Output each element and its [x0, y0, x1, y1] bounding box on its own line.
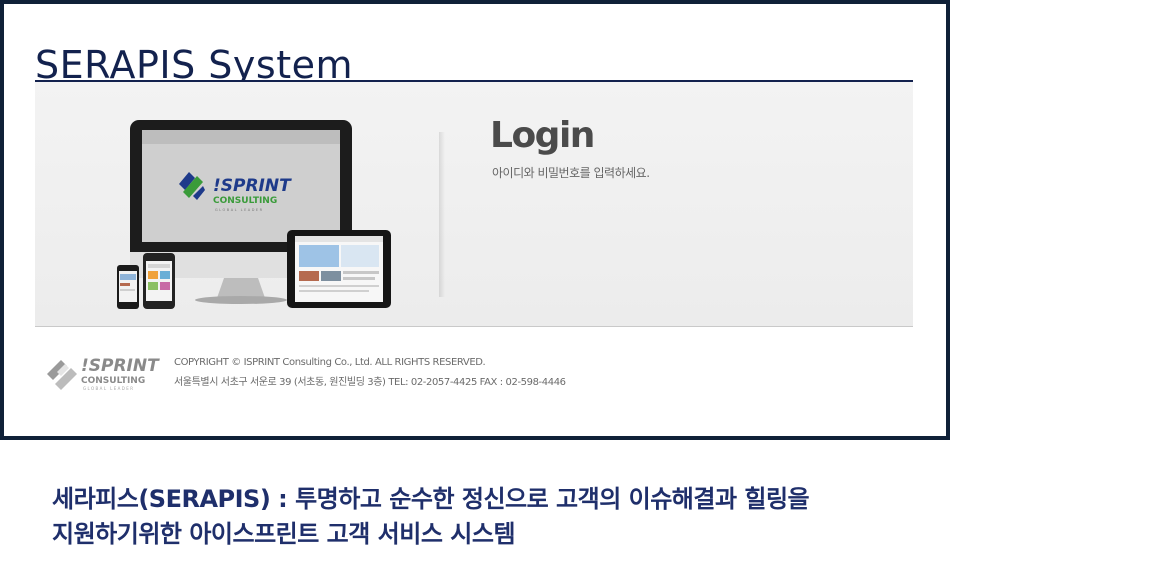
- footer-logo-mark: [47, 360, 77, 390]
- caption-line-1: 세라피스(SERAPIS) : 투명하고 순수한 정신으로 고객의 이슈해결과 …: [52, 485, 810, 513]
- page-title: SERAPIS System: [35, 43, 354, 87]
- slide-caption: 세라피스(SERAPIS) : 투명하고 순수한 정신으로 고객의 이슈해결과 …: [52, 482, 1052, 552]
- login-subtitle: 아이디와 비밀번호를 입력하세요.: [492, 166, 650, 180]
- devices-illustration: !SPRINT CONSULTING GLOBAL LEADER: [117, 120, 391, 309]
- monitor-logo-brand: !SPRINT: [213, 176, 292, 196]
- banner-divider: [439, 132, 445, 297]
- login-banner: !SPRINT CONSULTING GLOBAL LEADER Login 아…: [35, 82, 913, 327]
- login-heading: Login: [490, 115, 595, 156]
- phone-image-2: [143, 253, 175, 309]
- footer-logo-brand: !SPRINT: [81, 356, 160, 376]
- screenshot-frame: SERAPIS System !SPRINT CONSULTING GLOBAL…: [0, 0, 950, 440]
- phone-image: [117, 265, 139, 309]
- footer-logo: !SPRINT CONSULTING GLOBAL LEADER: [47, 356, 160, 391]
- tablet-image: [287, 230, 391, 308]
- monitor-logo-small: GLOBAL LEADER: [215, 208, 264, 212]
- footer-copyright: COPYRIGHT © ISPRINT Consulting Co., Ltd.…: [174, 357, 486, 368]
- monitor-logo-tagline: CONSULTING: [213, 196, 277, 206]
- caption-line-2: 지원하기위한 아이스프린트 고객 서비스 시스템: [52, 520, 516, 548]
- footer-address: 서울특별시 서초구 서운로 39 (서초동, 원진빌딩 3층) TEL: 02-…: [174, 377, 566, 388]
- footer-logo-tagline: CONSULTING: [81, 376, 145, 386]
- footer-logo-small: GLOBAL LEADER: [83, 386, 134, 391]
